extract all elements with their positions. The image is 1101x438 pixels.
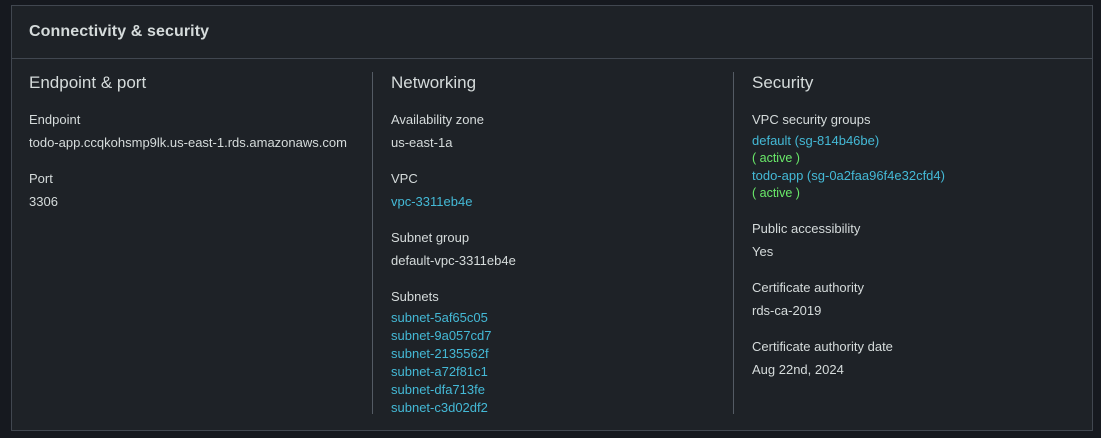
vpc-link[interactable]: vpc-3311eb4e bbox=[391, 193, 731, 211]
availability-zone-value: us-east-1a bbox=[391, 135, 453, 150]
vpc-label: VPC bbox=[391, 171, 418, 186]
subnets-field: Subnets subnet-5af65c05 subnet-9a057cd7 … bbox=[391, 288, 731, 417]
vpc-field: VPC vpc-3311eb4e bbox=[391, 170, 731, 211]
subnet-group-field: Subnet group default-vpc-3311eb4e bbox=[391, 229, 731, 270]
security-group-status: ( active ) bbox=[752, 186, 800, 200]
endpoint-port-column: Endpoint & port Endpoint todo-app.ccqkoh… bbox=[29, 59, 369, 430]
column-divider bbox=[733, 72, 734, 414]
networking-heading: Networking bbox=[391, 73, 477, 92]
subnet-group-label: Subnet group bbox=[391, 230, 470, 245]
security-groups-label: VPC security groups bbox=[752, 112, 871, 127]
subnet-link[interactable]: subnet-dfa713fe bbox=[391, 381, 731, 399]
public-accessibility-label: Public accessibility bbox=[752, 221, 861, 236]
subnet-group-value: default-vpc-3311eb4e bbox=[391, 253, 516, 268]
subnets-list: subnet-5af65c05 subnet-9a057cd7 subnet-2… bbox=[391, 309, 731, 417]
certificate-authority-field: Certificate authority rds-ca-2019 bbox=[752, 279, 1082, 320]
subnet-link[interactable]: subnet-a72f81c1 bbox=[391, 363, 731, 381]
security-group-status: ( active ) bbox=[752, 151, 800, 165]
certificate-authority-date-label: Certificate authority date bbox=[752, 339, 893, 354]
security-column: Security VPC security groups default (sg… bbox=[752, 59, 1082, 430]
certificate-authority-date-field: Certificate authority date Aug 22nd, 202… bbox=[752, 338, 1082, 379]
subnet-link[interactable]: subnet-2135562f bbox=[391, 345, 731, 363]
security-groups-list: default (sg-814b46be) ( active ) todo-ap… bbox=[752, 132, 1082, 202]
port-value: 3306 bbox=[29, 194, 58, 209]
certificate-authority-value: rds-ca-2019 bbox=[752, 303, 822, 318]
column-divider bbox=[372, 72, 373, 414]
endpoint-port-heading: Endpoint & port bbox=[29, 73, 147, 92]
public-accessibility-value: Yes bbox=[752, 244, 774, 259]
panel-header: Connectivity & security bbox=[12, 6, 1092, 59]
panel-title: Connectivity & security bbox=[29, 23, 210, 40]
vpc-value-wrap: vpc-3311eb4e bbox=[391, 193, 731, 211]
certificate-authority-label: Certificate authority bbox=[752, 280, 864, 295]
endpoint-value: todo-app.ccqkohsmp9lk.us-east-1.rds.amaz… bbox=[29, 135, 347, 150]
certificate-authority-date-value: Aug 22nd, 2024 bbox=[752, 362, 844, 377]
subnet-link[interactable]: subnet-9a057cd7 bbox=[391, 327, 731, 345]
security-group-link[interactable]: todo-app (sg-0a2faa96f4e32cfd4) bbox=[752, 167, 1082, 185]
subnets-label: Subnets bbox=[391, 289, 439, 304]
security-groups-field: VPC security groups default (sg-814b46be… bbox=[752, 111, 1082, 202]
networking-column: Networking Availability zone us-east-1a … bbox=[391, 59, 731, 430]
availability-zone-field: Availability zone us-east-1a bbox=[391, 111, 731, 152]
public-accessibility-field: Public accessibility Yes bbox=[752, 220, 1082, 261]
security-group-link[interactable]: default (sg-814b46be) bbox=[752, 132, 1082, 150]
connectivity-security-panel: Connectivity & security Endpoint & port … bbox=[11, 5, 1093, 431]
endpoint-label: Endpoint bbox=[29, 112, 81, 127]
port-field: Port 3306 bbox=[29, 170, 369, 211]
subnet-link[interactable]: subnet-5af65c05 bbox=[391, 309, 731, 327]
panel-body: Endpoint & port Endpoint todo-app.ccqkoh… bbox=[12, 59, 1092, 430]
availability-zone-label: Availability zone bbox=[391, 112, 484, 127]
subnet-link[interactable]: subnet-c3d02df2 bbox=[391, 399, 731, 417]
port-label: Port bbox=[29, 171, 53, 186]
security-heading: Security bbox=[752, 73, 814, 92]
endpoint-field: Endpoint todo-app.ccqkohsmp9lk.us-east-1… bbox=[29, 111, 369, 152]
